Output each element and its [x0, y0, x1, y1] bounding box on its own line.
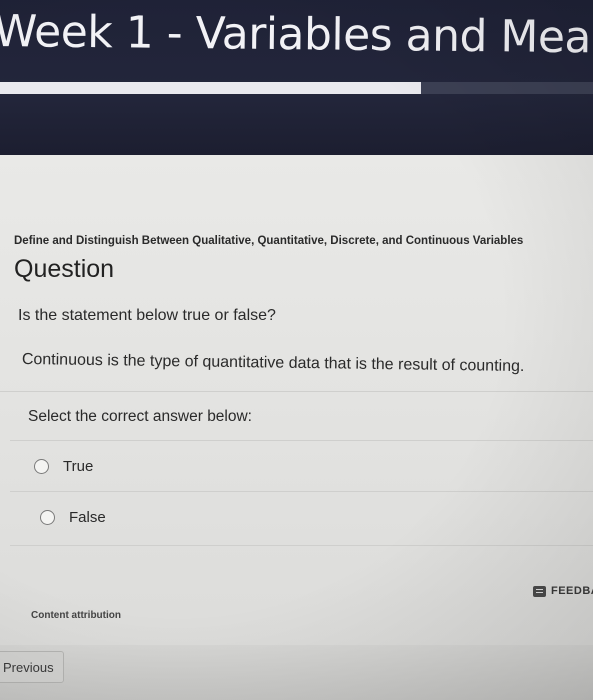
divider [10, 440, 593, 441]
question-statement: Continuous is the type of quantitative d… [21, 351, 525, 376]
feedback-label: FEEDBACK [551, 585, 593, 597]
feedback-button[interactable]: FEEDBACK [533, 585, 593, 597]
topic-title: Define and Distinguish Between Qualitati… [14, 235, 524, 247]
quiz-page: Week 1 - Variables and Measures Define a… [0, 0, 593, 700]
header-bar: Week 1 - Variables and Measures [0, 0, 593, 155]
radio-false[interactable] [40, 510, 55, 525]
radio-true[interactable] [34, 459, 49, 474]
question-panel: Define and Distinguish Between Qualitati… [0, 155, 593, 645]
progress-bar [0, 82, 593, 94]
answer-option-true[interactable]: True [34, 458, 93, 475]
divider [0, 391, 593, 392]
footer-bar: Previous [0, 645, 593, 700]
divider [10, 545, 593, 546]
answer-option-label: False [69, 509, 106, 526]
answer-option-label: True [63, 458, 94, 475]
content-attribution-link[interactable]: Content attribution [31, 610, 121, 621]
previous-button[interactable]: Previous [0, 651, 64, 683]
question-prompt: Is the statement below true or false? [18, 307, 276, 324]
divider [10, 491, 593, 492]
answer-option-false[interactable]: False [40, 509, 106, 526]
progress-fill [0, 82, 422, 94]
feedback-icon [533, 585, 546, 597]
select-answer-label: Select the correct answer below: [28, 408, 252, 425]
page-title: Week 1 - Variables and Measures [0, 6, 593, 65]
question-heading: Question [14, 255, 115, 283]
